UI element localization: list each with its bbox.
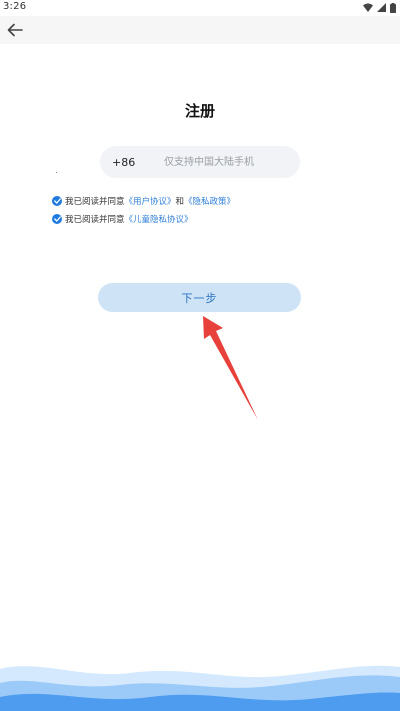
consent-checkbox-user-agreement[interactable]: [52, 196, 62, 206]
child-privacy-consent: 我已阅读并同意 《儿童隐私协议》: [52, 212, 193, 226]
status-bar: 3:26: [0, 0, 400, 16]
divider-dot: [56, 172, 57, 173]
check-icon: [53, 216, 61, 222]
next-step-button[interactable]: 下一步: [98, 283, 301, 312]
user-agreement-consent: 我已阅读并同意 《用户协议》 和 《隐私政策》: [52, 194, 235, 208]
phone-input[interactable]: [152, 146, 300, 178]
arrow-left-icon: [7, 23, 23, 37]
consent-text: 我已阅读并同意: [65, 215, 125, 225]
privacy-policy-link[interactable]: 《隐私政策》: [184, 195, 235, 207]
consent-checkbox-child-privacy[interactable]: [52, 214, 62, 224]
page-title: 注册: [184, 102, 215, 120]
battery-icon: [390, 2, 396, 13]
consent-text: 我已阅读并同意: [65, 197, 125, 207]
phone-field: +86: [100, 146, 300, 178]
back-button[interactable]: [4, 19, 26, 41]
check-icon: [53, 198, 61, 204]
child-privacy-link[interactable]: 《儿童隐私协议》: [125, 213, 193, 225]
user-agreement-link[interactable]: 《用户协议》: [125, 195, 176, 207]
signal-icon: [377, 3, 386, 12]
status-time: 3:26: [3, 1, 27, 12]
country-code-selector[interactable]: +86: [112, 156, 152, 169]
status-icons: [363, 2, 396, 13]
wifi-icon: [363, 3, 373, 12]
wave-decoration: [0, 665, 400, 711]
consent-conjunction: 和: [175, 197, 185, 207]
app-bar: [0, 16, 400, 44]
